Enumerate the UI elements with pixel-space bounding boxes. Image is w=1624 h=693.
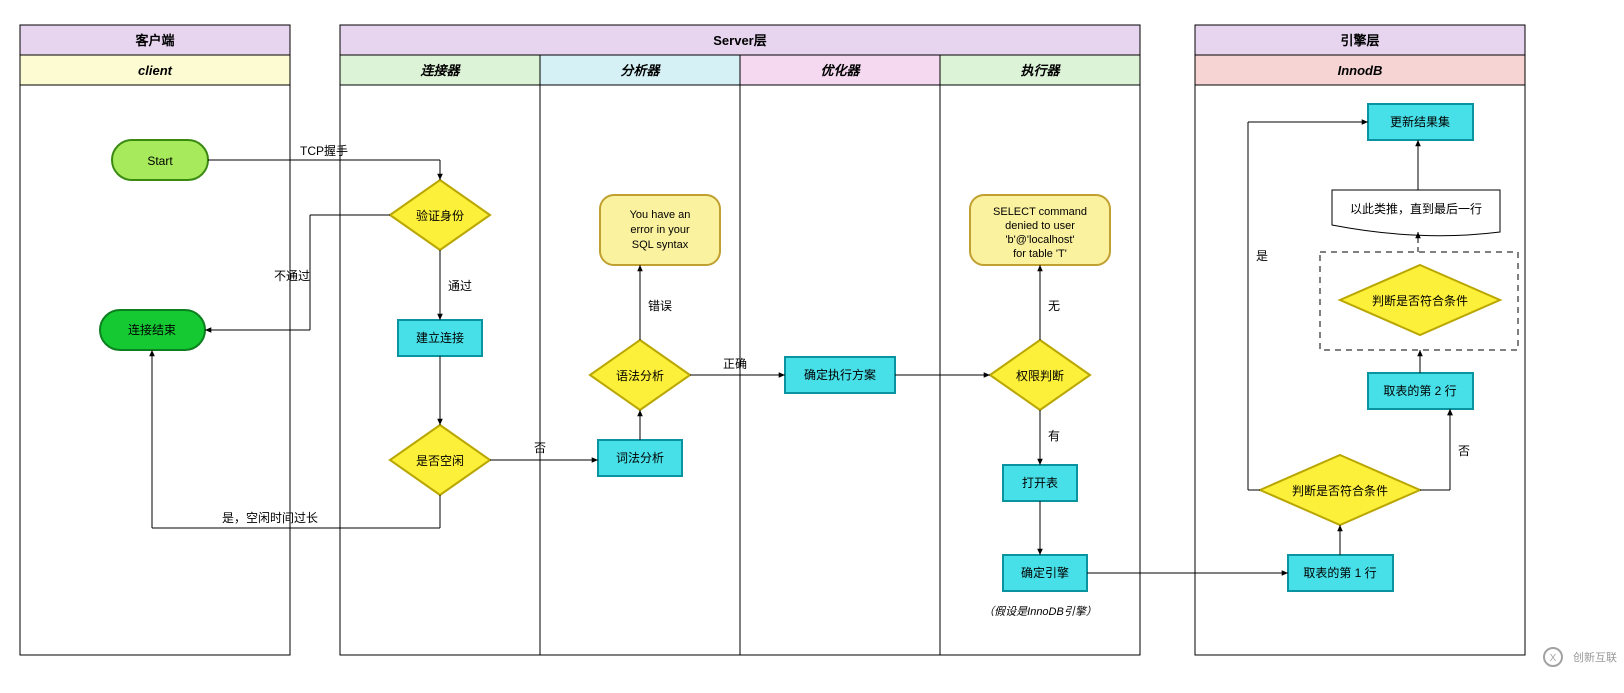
svg-text:打开表: 打开表 <box>1022 476 1058 490</box>
node-connect-end: 连接结束 <box>100 310 205 350</box>
svg-text:error in your: error in your <box>630 224 690 236</box>
watermark-logo: X 创新互联 <box>1544 648 1617 666</box>
svg-text:SQL syntax: SQL syntax <box>632 239 689 251</box>
svg-text:是否空闲: 是否空闲 <box>416 454 464 468</box>
engine-note: （假设是InnoDB引擎） <box>983 605 1097 618</box>
svg-text:语法分析: 语法分析 <box>616 369 664 383</box>
svg-text:SELECT command: SELECT command <box>993 206 1087 218</box>
lane-executor-title: 执行器 <box>1020 63 1061 78</box>
svg-text:连接结束: 连接结束 <box>128 322 176 337</box>
svg-text:判断是否符合条件: 判断是否符合条件 <box>1292 483 1388 498</box>
lane-optimizer-title: 优化器 <box>820 63 861 78</box>
svg-text:无: 无 <box>1048 299 1060 313</box>
svg-text:是，空闲时间过长: 是，空闲时间过长 <box>222 511 318 525</box>
lane-engine-sub: InnodB <box>1338 63 1383 78</box>
node-plan: 确定执行方案 <box>785 357 895 393</box>
svg-text:词法分析: 词法分析 <box>616 451 664 465</box>
svg-text:创新互联: 创新互联 <box>1573 650 1617 664</box>
svg-text:验证身份: 验证身份 <box>416 208 464 223</box>
svg-text:通过: 通过 <box>448 279 472 293</box>
svg-text:有: 有 <box>1048 429 1060 443</box>
svg-text:否: 否 <box>534 441 546 455</box>
node-lexical: 词法分析 <box>598 440 682 476</box>
node-perm-denied: SELECT command denied to user 'b'@'local… <box>970 195 1110 265</box>
svg-text:确定执行方案: 确定执行方案 <box>804 367 876 382</box>
node-update-result: 更新结果集 <box>1368 104 1473 140</box>
svg-text:正确: 正确 <box>723 357 747 371</box>
lane-analyzer-title: 分析器 <box>620 63 661 78</box>
lane-connector-title: 连接器 <box>420 63 461 78</box>
svg-text:判断是否符合条件: 判断是否符合条件 <box>1372 293 1468 308</box>
node-determine-engine: 确定引擎 <box>1003 555 1087 591</box>
svg-text:for table 'T': for table 'T' <box>1013 248 1067 260</box>
svg-text:建立连接: 建立连接 <box>416 330 464 345</box>
node-open-table: 打开表 <box>1003 465 1077 501</box>
svg-text:Start: Start <box>147 154 173 168</box>
svg-text:取表的第 2 行: 取表的第 2 行 <box>1383 383 1456 398</box>
svg-text:denied to user: denied to user <box>1005 220 1075 232</box>
diagram-canvas: 客户端 client Start 连接结束 Server层 连接器 分析器 优化… <box>0 0 1624 693</box>
svg-text:更新结果集: 更新结果集 <box>1390 114 1450 129</box>
svg-text:否: 否 <box>1458 444 1470 458</box>
svg-text:取表的第 1 行: 取表的第 1 行 <box>1303 565 1376 580</box>
svg-text:X: X <box>1550 653 1557 664</box>
lane-client-title: 客户端 <box>135 33 174 48</box>
node-loop-note: 以此类推，直到最后一行 <box>1332 190 1500 236</box>
node-start: Start <box>112 140 208 180</box>
lane-client-sub: client <box>138 63 173 78</box>
svg-text:'b'@'localhost': 'b'@'localhost' <box>1005 234 1074 246</box>
svg-text:错误: 错误 <box>648 299 672 313</box>
node-sql-error: You have an error in your SQL syntax <box>600 195 720 265</box>
svg-text:是: 是 <box>1256 249 1268 263</box>
node-row1: 取表的第 1 行 <box>1288 555 1393 591</box>
node-row2: 取表的第 2 行 <box>1368 373 1473 409</box>
svg-text:权限判断: 权限判断 <box>1016 368 1064 383</box>
svg-text:不通过: 不通过 <box>274 269 310 283</box>
svg-text:以此类推，直到最后一行: 以此类推，直到最后一行 <box>1350 202 1482 216</box>
lane-server-title: Server层 <box>713 33 766 48</box>
lane-engine-title: 引擎层 <box>1340 33 1379 48</box>
node-establish-conn: 建立连接 <box>398 320 482 356</box>
svg-text:确定引擎: 确定引擎 <box>1021 565 1069 580</box>
svg-text:You have an: You have an <box>630 209 691 221</box>
svg-text:TCP握手: TCP握手 <box>300 143 348 158</box>
